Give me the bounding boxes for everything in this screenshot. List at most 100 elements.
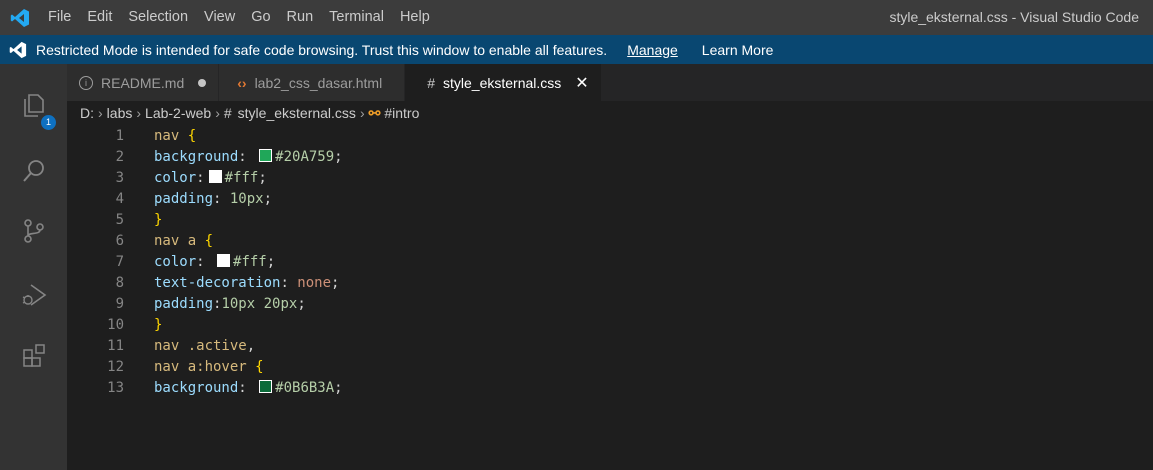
html-icon: ‹› (237, 74, 247, 91)
breadcrumb-drive[interactable]: D: (80, 105, 94, 121)
code-text: nav .active, (154, 336, 255, 357)
vscode-logo-icon (0, 41, 36, 59)
code-token: : (238, 380, 256, 396)
breadcrumb-symbol[interactable]: #intro (384, 105, 419, 121)
css-hash-icon: # (427, 74, 435, 91)
code-text: nav { (154, 126, 196, 147)
code-token: : (280, 275, 298, 291)
line-number: 7 (115, 254, 124, 270)
breadcrumb: D: › labs › Lab-2-web › # style_eksterna… (67, 101, 1153, 125)
css-hash-icon: # (223, 105, 232, 121)
code-line[interactable]: 4 padding: 10px; (67, 189, 1153, 210)
search-icon[interactable] (20, 157, 48, 185)
manage-link[interactable]: Manage (627, 42, 678, 58)
code-token: : (213, 191, 230, 207)
code-token: , (246, 338, 256, 354)
code-token: 10px (229, 191, 264, 207)
code-text: color: #fff; (154, 168, 267, 189)
tab-readme[interactable]: i README.md (67, 64, 220, 101)
tab-label: README.md (101, 74, 185, 91)
color-swatch-icon[interactable] (217, 254, 231, 267)
code-token: #0B6B3A (275, 380, 335, 396)
code-token: 10px 20px (221, 296, 298, 312)
chevron-right-icon: › (215, 105, 220, 121)
code-line[interactable]: 10} (67, 315, 1153, 336)
title-bar: File Edit Selection View Go Run Terminal… (0, 0, 1153, 35)
code-token: : (238, 149, 256, 165)
color-swatch-icon[interactable] (259, 380, 273, 393)
menu-view[interactable]: View (196, 0, 243, 35)
code-token: { (204, 233, 214, 249)
editor-tab-bar: i README.md ‹› lab2_css_dasar.html # sty… (67, 64, 1153, 101)
breadcrumb-lab-2-web[interactable]: Lab-2-web (145, 105, 211, 121)
code-token: padding (154, 296, 214, 312)
code-token: : (196, 254, 214, 270)
code-token: #fff (224, 170, 259, 186)
unsaved-dot-icon[interactable] (198, 78, 207, 87)
menu-selection[interactable]: Selection (120, 0, 196, 35)
code-text: text-decoration: none; (154, 273, 339, 294)
tab-style-eksternal[interactable]: # style_eksternal.css ✕ (405, 64, 602, 101)
code-line[interactable]: 8 text-decoration: none; (67, 273, 1153, 294)
code-text: nav a { (154, 231, 213, 252)
code-text: padding:10px 20px; (154, 294, 306, 315)
tab-label: style_eksternal.css (443, 74, 562, 91)
tab-label: lab2_css_dasar.html (254, 74, 383, 91)
code-token: padding (154, 191, 214, 207)
code-editor[interactable]: 1 nav {2 background: #20A759; 3 color: #fff; 4… (67, 126, 1153, 470)
code-line[interactable]: 5} (67, 210, 1153, 231)
code-line[interactable]: 7 color: #fff; (67, 252, 1153, 273)
code-line[interactable]: 12 nav a:hover { (67, 357, 1153, 378)
color-swatch-icon[interactable] (259, 149, 273, 162)
code-token: color (154, 170, 197, 186)
code-token: } (154, 212, 163, 228)
code-token: ; (334, 380, 343, 396)
code-token: nav .active (154, 338, 247, 354)
code-text: } (154, 315, 162, 336)
code-line[interactable]: 2 background: #20A759; (67, 147, 1153, 168)
explorer-icon[interactable] (20, 91, 48, 119)
chevron-right-icon: › (98, 105, 103, 121)
line-number: 3 (115, 170, 124, 186)
tab-lab2-css-dasar[interactable]: ‹› lab2_css_dasar.html (219, 64, 406, 101)
source-control-icon[interactable] (20, 217, 48, 245)
run-debug-icon[interactable] (20, 281, 48, 309)
color-swatch-icon[interactable] (208, 170, 222, 183)
line-number: 11 (107, 338, 124, 354)
line-number: 1 (115, 128, 124, 144)
code-text: nav a:hover { (154, 357, 264, 378)
code-line[interactable]: 1 nav { (67, 126, 1153, 147)
menu-edit[interactable]: Edit (79, 0, 120, 35)
explorer-badge: 1 (41, 115, 56, 130)
code-line[interactable]: 9 padding:10px 20px; (67, 294, 1153, 315)
line-number: 2 (115, 149, 124, 165)
banner-message: Restricted Mode is intended for safe cod… (36, 41, 608, 58)
code-text: color: #fff; (154, 252, 275, 273)
menu-terminal[interactable]: Terminal (321, 0, 392, 35)
breadcrumb-file[interactable]: style_eksternal.css (238, 105, 356, 121)
code-line[interactable]: 6 nav a { (67, 231, 1153, 252)
code-token: #fff (233, 254, 267, 270)
code-line[interactable]: 3 color: #fff; (67, 168, 1153, 189)
code-token: background (154, 380, 239, 396)
menu-run[interactable]: Run (279, 0, 322, 35)
menu-bar: File Edit Selection View Go Run Terminal… (40, 0, 438, 35)
extensions-icon[interactable] (20, 341, 48, 369)
menu-file[interactable]: File (40, 0, 79, 35)
code-line[interactable]: 11 nav .active, (67, 336, 1153, 357)
menu-go[interactable]: Go (243, 0, 278, 35)
learn-more-link[interactable]: Learn More (702, 42, 774, 58)
breadcrumb-labs[interactable]: labs (107, 105, 133, 121)
symbol-class-icon: ⚯ (368, 104, 381, 121)
code-token: ; (331, 275, 340, 291)
code-token: text-decoration (154, 275, 281, 291)
close-icon[interactable]: ✕ (575, 73, 588, 93)
code-text: background: #20A759; (154, 147, 343, 168)
code-token: nav (154, 128, 180, 144)
window-title: style_eksternal.css - Visual Studio Code (889, 9, 1139, 25)
code-line[interactable]: 13 background: #0B6B3A; (67, 378, 1153, 399)
menu-help[interactable]: Help (392, 0, 438, 35)
line-number: 8 (115, 275, 124, 291)
